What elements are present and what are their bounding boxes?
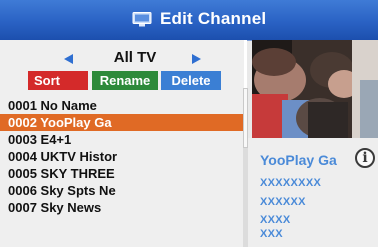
channel-row-selected[interactable]: 0002 YooPlay Ga xyxy=(0,114,244,131)
video-preview xyxy=(252,40,378,138)
group-selector[interactable]: All TV xyxy=(82,49,188,66)
info-icon[interactable]: i xyxy=(355,148,375,168)
channel-list-panel: All TV Sort Rename Delete 0001 No Name 0… xyxy=(0,40,244,247)
left-arrow-icon[interactable] xyxy=(64,54,73,64)
channel-row[interactable]: 0006 Sky Spts Ne xyxy=(0,182,244,199)
channel-row[interactable]: 0001 No Name xyxy=(0,97,244,114)
channel-info-panel: YooPlay Ga i XXXXXXXX XXXXXX XXXX XXX xyxy=(248,138,378,247)
info-line: XXXX xyxy=(260,214,291,226)
page-title: Edit Channel xyxy=(160,9,267,28)
preview-image xyxy=(252,40,378,138)
channel-row[interactable]: 0003 E4+1 xyxy=(0,131,244,148)
channel-row[interactable]: 0005 SKY THREE xyxy=(0,165,244,182)
info-line: XXXXXXXX xyxy=(260,177,322,189)
channel-row[interactable]: 0007 Sky News xyxy=(0,199,244,216)
rename-button[interactable]: Rename xyxy=(92,71,158,90)
channel-list: 0001 No Name 0002 YooPlay Ga 0003 E4+1 0… xyxy=(0,97,244,216)
tv-icon xyxy=(132,12,152,27)
channel-row[interactable]: 0004 UKTV Histor xyxy=(0,148,244,165)
header-bar: Edit Channel xyxy=(0,0,378,41)
sort-button[interactable]: Sort xyxy=(28,71,88,90)
info-line: XXX xyxy=(260,228,283,240)
info-line: XXXXXX xyxy=(260,196,306,208)
edit-channel-screen: Edit Channel All TV Sort Rename Delete 0… xyxy=(0,0,378,247)
right-arrow-icon[interactable] xyxy=(192,54,201,64)
info-channel-name: YooPlay Ga xyxy=(260,152,337,168)
delete-button[interactable]: Delete xyxy=(161,71,221,90)
